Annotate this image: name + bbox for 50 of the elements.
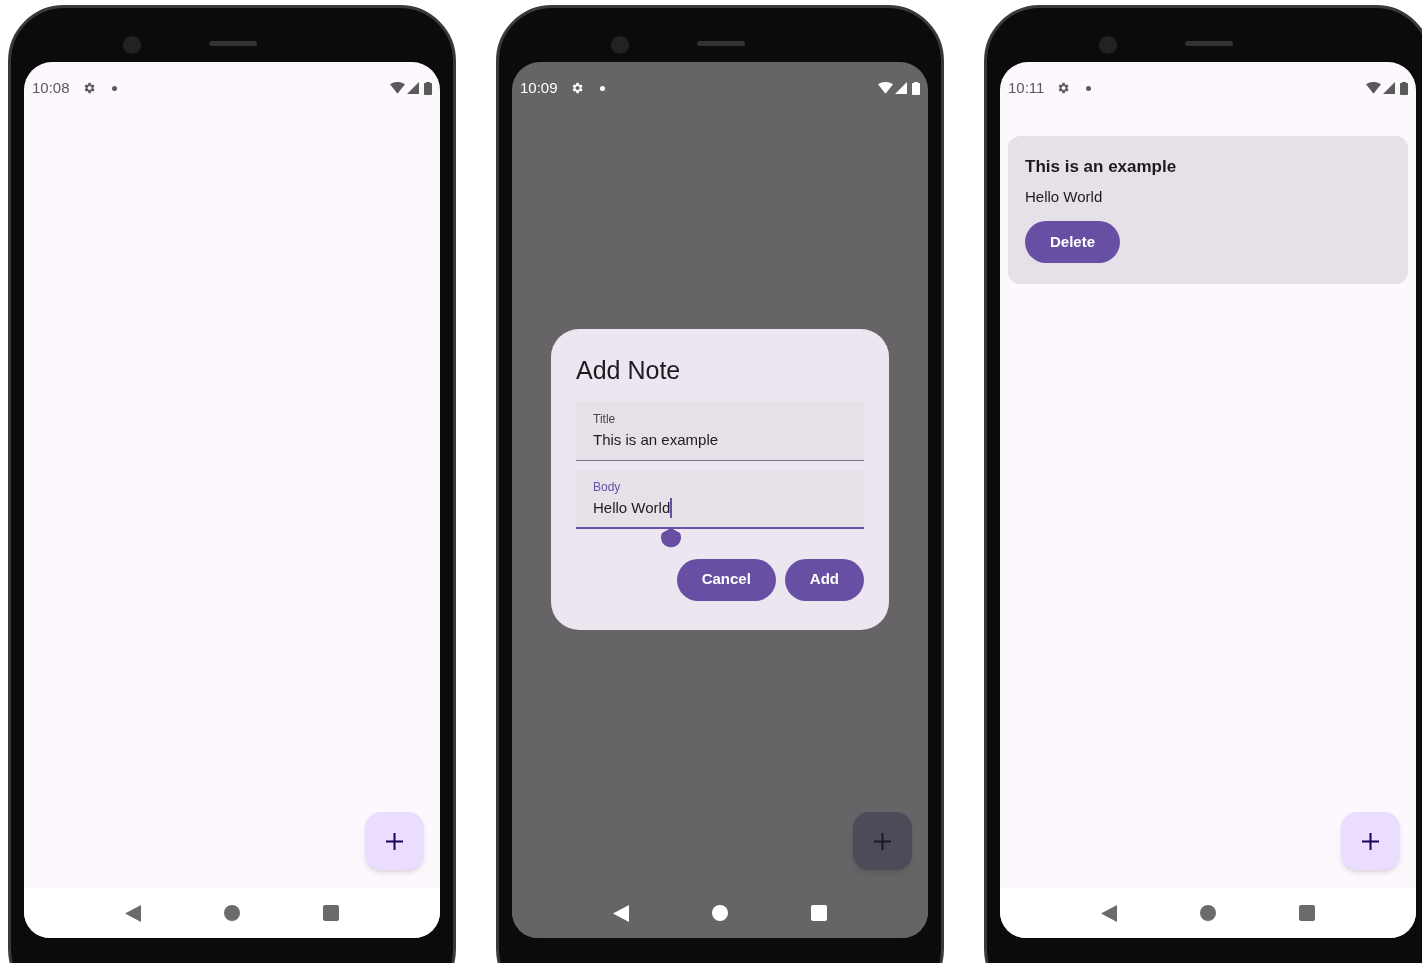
recents-icon[interactable] [1298, 905, 1315, 921]
back-icon[interactable] [125, 904, 142, 922]
dialog-title: Add Note [576, 354, 682, 385]
field-value: This is an example [593, 429, 719, 450]
field-label: Body [593, 478, 622, 495]
wifi-icon [390, 82, 405, 94]
add-fab[interactable] [1341, 812, 1400, 870]
cursor-handle-icon[interactable] [660, 527, 682, 550]
text-field[interactable]: Title This is an example [576, 401, 864, 461]
home-icon[interactable] [224, 905, 240, 921]
note-body: Hello World [1025, 186, 1104, 207]
battery-icon [912, 81, 920, 95]
signal-icon [1383, 82, 1395, 94]
notification-dot-icon [1086, 85, 1092, 91]
speaker-grille [697, 41, 745, 46]
status-time: 10:09 [520, 77, 558, 98]
text-cursor [670, 497, 673, 518]
dialog-button[interactable]: Add [784, 558, 864, 601]
signal-icon [407, 82, 419, 94]
camera-icon [123, 36, 141, 54]
signal-icon [895, 82, 907, 94]
field-value: Hello World [593, 497, 671, 518]
plus-icon [1362, 832, 1379, 850]
text-field[interactable]: Body Hello World [576, 469, 864, 529]
battery-icon [1400, 81, 1408, 95]
status-time: 10:08 [32, 77, 70, 98]
plus-icon [386, 832, 403, 850]
status-time: 10:11 [1008, 77, 1045, 98]
home-icon[interactable] [1200, 905, 1216, 921]
notification-dot-icon [111, 85, 117, 91]
field-label: Title [593, 410, 617, 427]
back-icon[interactable] [1101, 904, 1118, 922]
home-icon[interactable] [712, 905, 728, 921]
plus-icon [874, 832, 891, 850]
wifi-icon [1366, 82, 1381, 94]
delete-button[interactable]: Delete [1025, 221, 1121, 263]
recents-icon[interactable] [322, 905, 339, 921]
back-icon[interactable] [613, 904, 630, 922]
notification-dot-icon [599, 85, 605, 91]
battery-icon [424, 81, 432, 95]
add-fab[interactable] [365, 812, 424, 870]
wifi-icon [878, 82, 893, 94]
camera-icon [1099, 36, 1117, 54]
settings-icon [1056, 81, 1071, 95]
speaker-grille [1185, 41, 1233, 46]
note-title: This is an example [1025, 156, 1178, 178]
camera-icon [611, 36, 629, 54]
speaker-grille [209, 41, 257, 46]
dialog-button[interactable]: Cancel [676, 558, 776, 601]
recents-icon[interactable] [810, 905, 827, 921]
